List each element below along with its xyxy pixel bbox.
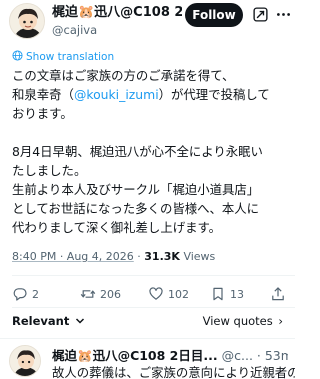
post-text-fragment: 和泉幸奇（: [12, 87, 74, 102]
author-handle[interactable]: @cajiva: [52, 23, 97, 38]
post-text-fragment: ）が代理で投稿して: [158, 87, 270, 102]
reply-count: 2: [32, 288, 39, 301]
post-line: おります。: [12, 106, 73, 121]
author-avatar[interactable]: [9, 3, 45, 39]
more-dots-icon[interactable]: [275, 6, 292, 23]
meta-separator: ·: [137, 250, 141, 263]
author-display-name[interactable]: 梶迫🐹迅八@C108 2...: [52, 4, 182, 22]
reply-icon: [13, 288, 27, 301]
views-label: Views: [183, 250, 216, 263]
post-header: 梶迫🐹迅八@C108 2... @cajiva Follow: [0, 0, 295, 44]
post-line: 8月4日早朝、梶迫迅八が心不全により永眠い: [12, 144, 263, 159]
post-timestamp[interactable]: 8:40 PM · Aug 4, 2026: [12, 250, 134, 263]
reply-button[interactable]: 2: [12, 286, 39, 304]
globe-icon: [12, 50, 23, 61]
reply-avatar[interactable]: [9, 345, 41, 377]
bookmark-icon: [213, 287, 223, 301]
character-avatar-icon: [10, 346, 40, 376]
show-translation-label[interactable]: Show translation: [26, 51, 114, 63]
repost-count: 206: [100, 288, 121, 301]
bookmark-count: 13: [230, 288, 244, 301]
share-button[interactable]: [270, 286, 290, 304]
heart-icon: [149, 287, 163, 300]
share-icon: [272, 287, 284, 301]
like-button[interactable]: 102: [148, 286, 189, 304]
view-quotes-link[interactable]: View quotes ›: [203, 313, 283, 329]
action-bar: 2 206 102 13: [0, 284, 295, 306]
like-count: 102: [168, 288, 189, 301]
divider: [12, 307, 295, 308]
views-count: 31.3K: [144, 250, 180, 263]
reply-text: 故人の葬儀は、ご家族の意向により近親者の: [52, 365, 295, 379]
post-meta: 8:40 PM · Aug 4, 2026 · 31.3K Views: [12, 249, 215, 265]
divider: [12, 275, 295, 276]
reply-author-meta: @c... · 53m: [221, 348, 288, 363]
post-line: 代わりまして深く御礼差し上げます。: [12, 220, 222, 235]
post-line: としてお世話になった多くの皆様へ、本人に: [12, 201, 260, 216]
bookmark-button[interactable]: 13: [210, 286, 244, 304]
chevron-down-icon: [76, 318, 85, 324]
view-quotes-label: View quotes: [202, 314, 273, 328]
reply-post[interactable]: 梶迫🐹迅八@C108 2日目... @c... · 53m 故人の葬儀は、ご家族…: [0, 338, 295, 379]
sort-replies-dropdown[interactable]: Relevant: [12, 313, 85, 329]
show-translation-link[interactable]: Show translation: [12, 50, 114, 64]
character-avatar-icon: [10, 4, 44, 38]
post-line: 生前より本人及びサークル「梶迫小道具店」: [12, 182, 260, 197]
grok-icon[interactable]: [252, 6, 269, 23]
sort-label: Relevant: [12, 314, 70, 328]
post-body: この文章はご家族の方のご承諾を得て、 和泉幸奇（@kouki_izumi）が代理…: [12, 66, 292, 237]
post-line: この文章はご家族の方のご承諾を得て、: [12, 68, 235, 83]
reply-author-name[interactable]: 梶迫🐹迅八@C108 2日目...: [52, 348, 218, 363]
follow-button[interactable]: Follow: [185, 3, 243, 27]
chevron-right-icon: ›: [278, 314, 283, 328]
repost-button[interactable]: 206: [80, 286, 121, 304]
mention-link[interactable]: @kouki_izumi: [74, 87, 159, 102]
repost-icon: [80, 290, 96, 298]
post-line: たしました。: [12, 163, 87, 178]
reply-author-row: 梶迫🐹迅八@C108 2日目... @c... · 53m: [52, 347, 288, 364]
post-line: 和泉幸奇（@kouki_izumi）が代理で投稿して: [12, 85, 292, 104]
